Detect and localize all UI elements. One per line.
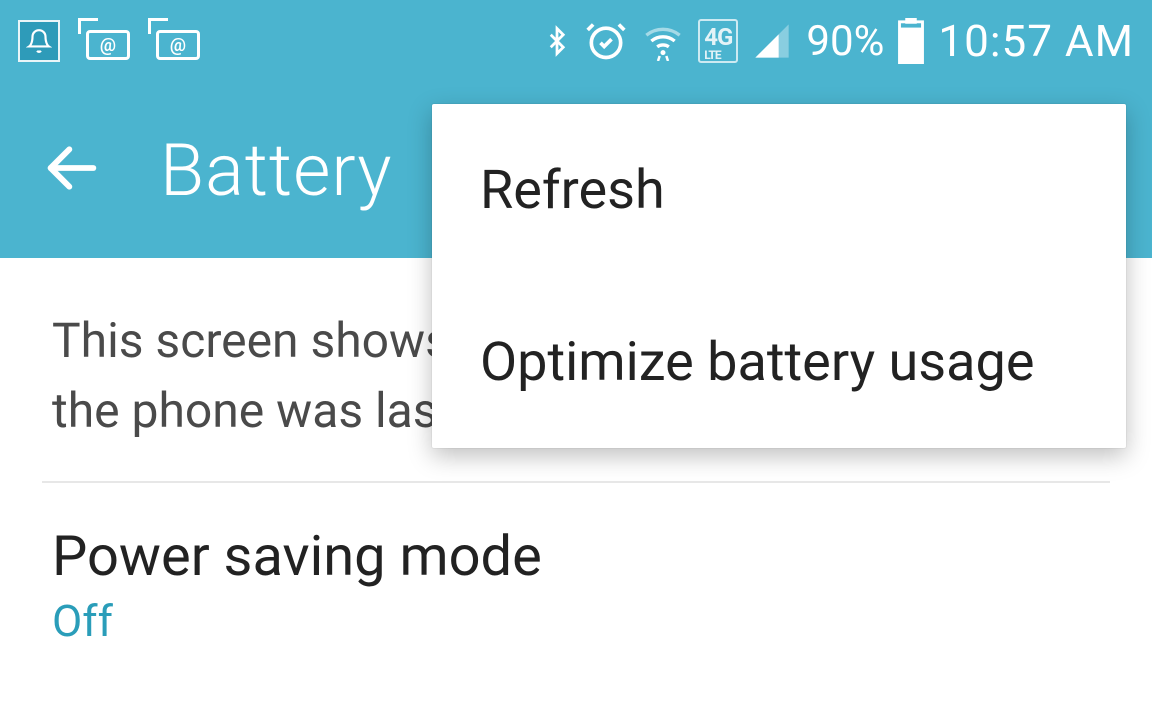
menu-item-optimize-battery-usage[interactable]: Optimize battery usage xyxy=(432,276,1126,448)
status-bar: @ @ 4GLTE 90% xyxy=(0,0,1152,82)
power-saving-mode-row[interactable]: Power saving mode Off xyxy=(52,483,1100,647)
page-title: Battery xyxy=(160,128,392,213)
overflow-menu: Refresh Optimize battery usage xyxy=(432,104,1126,448)
wifi-icon xyxy=(640,21,686,61)
menu-item-refresh[interactable]: Refresh xyxy=(432,104,1126,276)
back-button[interactable] xyxy=(40,136,104,204)
notification-bell-icon xyxy=(18,20,60,62)
status-time: 10:57 AM xyxy=(938,15,1134,67)
screenshot-icon: @ xyxy=(78,22,130,60)
bluetooth-icon xyxy=(542,19,572,63)
battery-percent: 90% xyxy=(806,17,884,66)
network-type-icon: 4GLTE xyxy=(698,19,738,63)
status-left-icons: @ @ xyxy=(18,20,200,62)
alarm-icon xyxy=(584,19,628,63)
setting-title: Power saving mode xyxy=(52,523,1100,589)
screenshot-icon: @ xyxy=(148,22,200,60)
signal-icon xyxy=(750,21,794,61)
battery-icon xyxy=(896,18,926,64)
setting-value: Off xyxy=(52,595,1100,647)
status-right-icons: 4GLTE 90% 10:57 AM xyxy=(542,15,1134,67)
